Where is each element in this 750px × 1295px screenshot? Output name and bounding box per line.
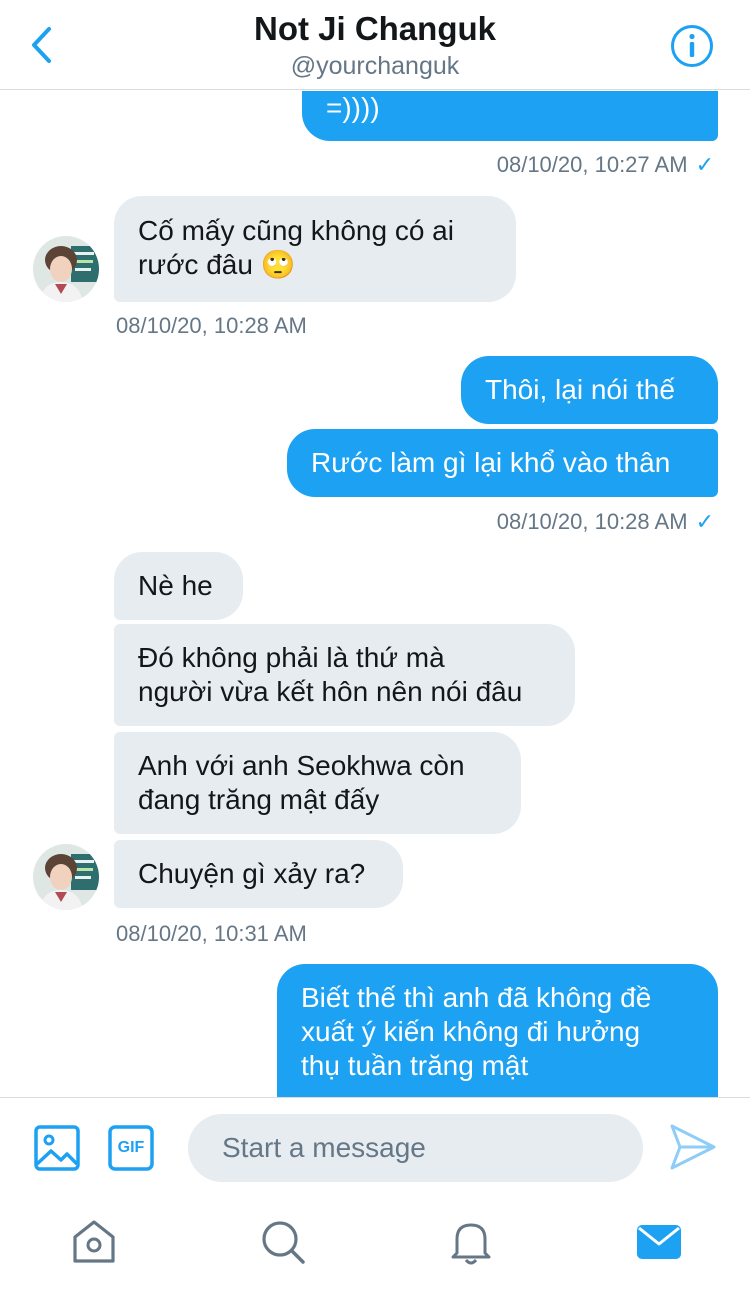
message-incoming[interactable]: Nè he xyxy=(114,552,243,620)
tab-messages[interactable] xyxy=(634,1217,684,1267)
message-text: đang trăng mật đấy xyxy=(138,784,380,815)
read-check-icon: ✓ xyxy=(695,509,714,534)
message-timestamp: 08/10/20, 10:28 AM xyxy=(116,313,307,338)
message-input[interactable] xyxy=(188,1114,643,1182)
tab-search[interactable] xyxy=(258,1217,308,1267)
bell-icon xyxy=(451,1223,491,1265)
message-text: Nè he xyxy=(138,570,213,601)
message-incoming[interactable]: Cố mấy cũng không có ai rước đâu 🙄 xyxy=(114,196,516,302)
message-text: rước đâu 🙄 xyxy=(138,249,296,280)
tab-home[interactable] xyxy=(69,1217,119,1267)
message-incoming[interactable]: Anh với anh Seokhwa còn đang trăng mật đ… xyxy=(114,732,521,834)
read-check-icon: ✓ xyxy=(695,152,714,177)
avatar-photo-icon xyxy=(33,236,99,302)
avatar[interactable] xyxy=(33,844,99,910)
image-icon xyxy=(34,1125,80,1171)
message-text: =)))) xyxy=(326,92,380,123)
conversation-title[interactable]: Not Ji Changuk xyxy=(0,10,750,48)
message-timestamp: 08/10/20, 10:28 AM ✓ xyxy=(496,509,714,534)
conversation-handle[interactable]: @yourchanguk xyxy=(0,52,750,81)
message-incoming[interactable]: Đó không phải là thứ mà người vừa kết hô… xyxy=(114,624,575,726)
message-timestamp: 08/10/20, 10:31 AM xyxy=(116,921,307,946)
message-outgoing[interactable]: Thôi, lại nói thế xyxy=(461,356,718,424)
send-icon xyxy=(670,1124,716,1170)
message-text: Chuyện gì xảy ra? xyxy=(138,858,366,889)
search-icon xyxy=(262,1221,305,1264)
message-text: xuất ý kiến không đi hưởng xyxy=(301,1016,641,1047)
avatar-photo-icon xyxy=(33,844,99,910)
message-composer: GIF xyxy=(0,1097,750,1197)
add-gif-button[interactable]: GIF xyxy=(107,1124,155,1172)
message-incoming[interactable]: Chuyện gì xảy ra? xyxy=(114,840,403,908)
message-text: Anh với anh Seokhwa còn xyxy=(138,750,465,781)
bottom-tab-bar xyxy=(0,1197,750,1295)
message-text: Cố mấy cũng không có ai xyxy=(138,215,454,246)
avatar[interactable] xyxy=(33,236,99,302)
message-outgoing[interactable]: Rước làm gì lại khổ vào thân xyxy=(287,429,718,497)
info-icon xyxy=(671,25,713,67)
gif-label: GIF xyxy=(117,1139,145,1156)
message-thread[interactable]: =)))) 08/10/20, 10:27 AM ✓ Cố mấy cũng kh… xyxy=(0,91,750,1097)
message-text: người vừa kết hôn nên nói đâu xyxy=(138,676,523,707)
info-button[interactable] xyxy=(670,24,714,68)
message-text: thụ tuần trăng mật xyxy=(301,1050,529,1081)
message-outgoing[interactable]: =)))) xyxy=(302,91,718,141)
message-text: Thôi, lại nói thế xyxy=(485,374,675,405)
tab-notifications[interactable] xyxy=(446,1217,496,1267)
send-button[interactable] xyxy=(668,1122,718,1172)
message-outgoing[interactable]: Biết thế thì anh đã không đề xuất ý kiến… xyxy=(277,964,718,1097)
add-photo-button[interactable] xyxy=(33,1124,81,1172)
home-icon xyxy=(73,1220,115,1263)
message-text: Rước làm gì lại khổ vào thân xyxy=(311,447,671,478)
conversation-header: Not Ji Changuk @yourchanguk xyxy=(0,0,750,90)
message-text: Đó không phải là thứ mà xyxy=(138,642,445,673)
mail-icon xyxy=(637,1225,681,1259)
message-timestamp: 08/10/20, 10:27 AM ✓ xyxy=(496,152,714,177)
message-text: Biết thế thì anh đã không đề xyxy=(301,982,652,1013)
